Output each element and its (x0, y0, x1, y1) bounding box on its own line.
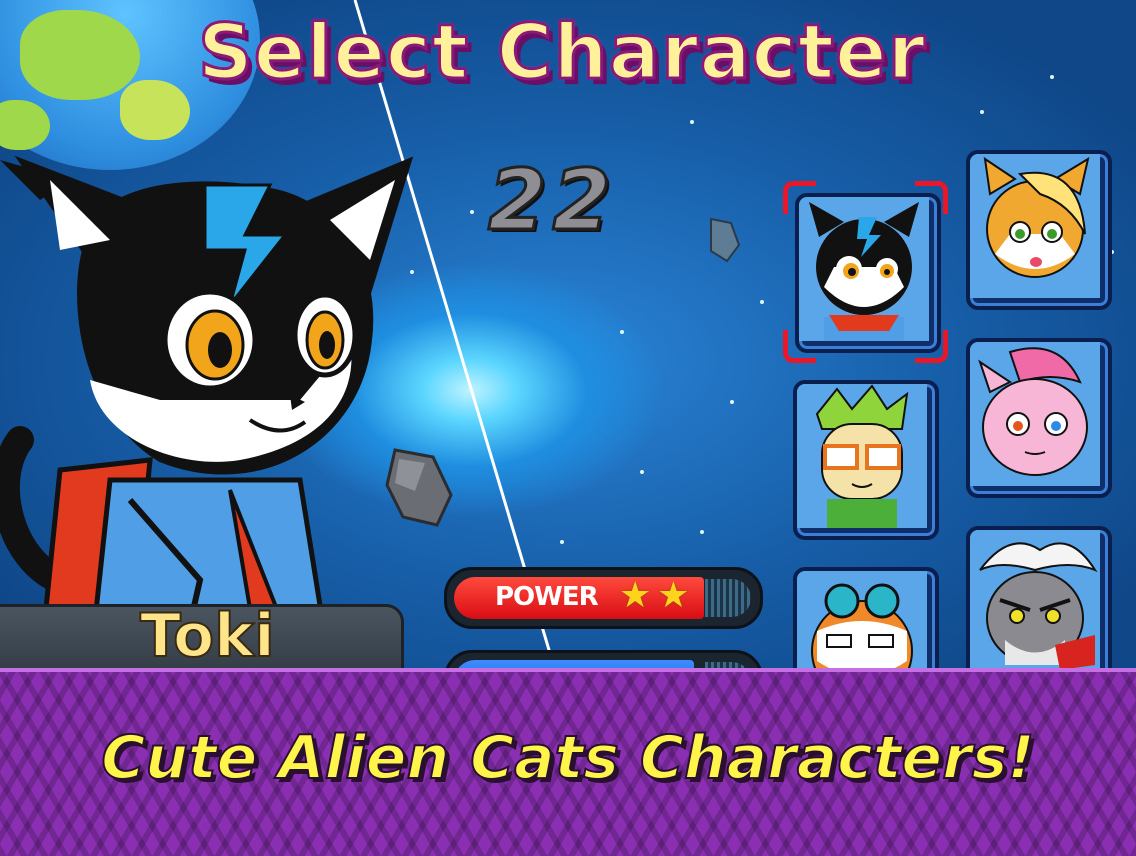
selection-bracket (915, 181, 948, 214)
green-cat-icon (797, 384, 927, 528)
portrait-toki[interactable] (795, 193, 941, 353)
game-scene: Toki POWER ★★ Select Character 22 (0, 0, 1136, 668)
second-bar-fill (454, 660, 694, 668)
second-stat-bar (444, 650, 763, 668)
gray-cat-icon (970, 530, 1100, 668)
portrait-goggles-cat[interactable] (793, 567, 939, 668)
power-label: POWER (495, 582, 599, 612)
tabby-cat-icon (797, 571, 927, 668)
selection-bracket (783, 330, 816, 363)
pink-cat-icon (970, 342, 1100, 486)
selection-bracket (915, 330, 948, 363)
power-stat-bar: POWER ★★ (444, 567, 763, 629)
toki-character-art (0, 155, 414, 668)
promo-tagline: Cute Alien Cats Characters! (100, 723, 1036, 793)
portrait-white-hair-cat[interactable] (966, 526, 1112, 668)
portrait-blonde-cat[interactable] (966, 150, 1112, 310)
power-bar-empty (705, 579, 751, 617)
selection-bracket (783, 181, 816, 214)
portrait-green-hair-cat[interactable] (793, 380, 939, 540)
black-cat-icon (799, 197, 929, 341)
character-count: 22 (487, 151, 617, 249)
character-name: Toki (139, 601, 276, 668)
orange-cat-icon (970, 154, 1100, 298)
screen-title: Select Character (196, 7, 927, 96)
portrait-pink-cat[interactable] (966, 338, 1112, 498)
power-stars: ★★ (619, 575, 696, 616)
rock-icon (710, 217, 741, 263)
